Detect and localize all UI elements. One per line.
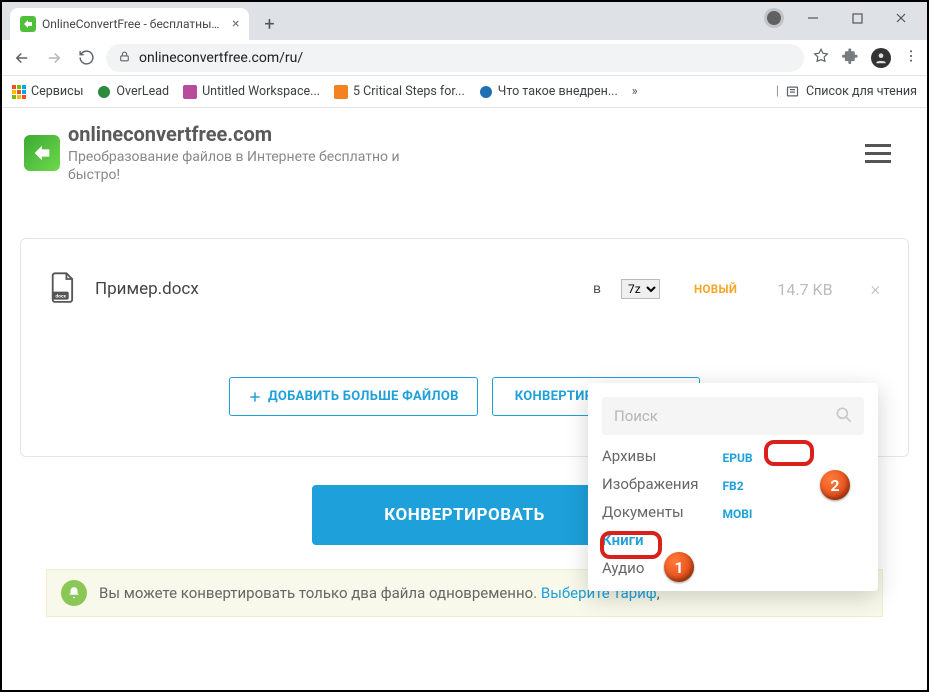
- bookmark-steps[interactable]: 5 Critical Steps for...: [334, 84, 465, 99]
- apps-grid-icon: [12, 85, 26, 99]
- bookmark-workspace[interactable]: Untitled Workspace...: [183, 84, 320, 99]
- url-text: onlineconvertfree.com/ru/: [139, 50, 303, 66]
- category-images[interactable]: Изображения: [602, 475, 698, 493]
- convert-to-label: в: [593, 281, 601, 297]
- nav-forward-button[interactable]: [42, 46, 66, 70]
- bookmarks-overflow-button[interactable]: »: [632, 84, 638, 99]
- bookmark-favicon-icon: [479, 85, 493, 99]
- nav-back-button[interactable]: [10, 46, 34, 70]
- site-menu-button[interactable]: [859, 138, 897, 169]
- window-titlebar: OnlineConvertFree - бесплатный... × +: [2, 2, 927, 40]
- extensions-icon[interactable]: [842, 47, 859, 68]
- bookmarks-bar: Сервисы OverLead Untitled Workspace... 5…: [2, 76, 927, 108]
- reading-list-button[interactable]: | Список для чтения: [776, 84, 917, 99]
- format-fb2[interactable]: FB2: [716, 477, 749, 495]
- bookmark-favicon-icon: [183, 85, 197, 99]
- bell-icon: [61, 580, 87, 606]
- file-status: НОВЫЙ: [694, 282, 737, 296]
- window-close-button[interactable]: [881, 4, 921, 32]
- category-audio[interactable]: Аудио: [602, 559, 698, 577]
- browser-toolbar: onlineconvertfree.com/ru/: [2, 40, 927, 76]
- category-archives[interactable]: Архивы: [602, 447, 698, 465]
- lock-icon: [118, 50, 131, 66]
- add-more-files-button[interactable]: ДОБАВИТЬ БОЛЬШЕ ФАЙЛОВ: [229, 377, 478, 416]
- file-size: 14.7 KB: [777, 280, 832, 299]
- address-bar[interactable]: onlineconvertfree.com/ru/: [106, 44, 804, 72]
- search-icon: [834, 405, 854, 429]
- format-epub[interactable]: EPUB: [716, 449, 758, 467]
- new-tab-button[interactable]: +: [255, 10, 283, 38]
- window-maximize-button[interactable]: [837, 4, 877, 32]
- plus-icon: [248, 390, 262, 404]
- category-documents[interactable]: Документы: [602, 503, 698, 521]
- format-select[interactable]: 7z: [621, 279, 660, 299]
- notice-text: Вы можете конвертировать только два файл…: [99, 584, 660, 602]
- browser-tab[interactable]: OnlineConvertFree - бесплатный... ×: [10, 8, 249, 40]
- file-type-icon: docx: [49, 271, 79, 307]
- profile-indicator-icon[interactable]: [767, 11, 781, 25]
- svg-text:docx: docx: [55, 294, 66, 300]
- remove-file-button[interactable]: ×: [871, 279, 880, 300]
- file-name: Пример.docx: [95, 279, 577, 299]
- site-logo-icon[interactable]: [24, 135, 60, 171]
- tab-title: OnlineConvertFree - бесплатный...: [42, 17, 222, 31]
- nav-reload-button[interactable]: [74, 46, 98, 70]
- site-favicon: [20, 16, 36, 32]
- site-title: onlineconvertfree.com: [68, 122, 408, 146]
- bookmark-favicon-icon: [334, 85, 348, 99]
- user-avatar-icon[interactable]: [871, 48, 891, 68]
- format-search-input[interactable]: [602, 397, 864, 435]
- format-dropdown: Архивы Изображения Документы Книги Аудио…: [588, 383, 878, 591]
- site-subtitle: Преобразование файлов в Интернете беспла…: [68, 148, 408, 184]
- bookmark-vnedren[interactable]: Что такое внедрен...: [479, 84, 618, 99]
- reading-list-icon: [785, 84, 800, 99]
- bookmark-favicon-icon: [97, 85, 111, 99]
- format-mobi[interactable]: MOBI: [716, 505, 758, 523]
- bookmark-overlead[interactable]: OverLead: [97, 84, 169, 99]
- convert-button[interactable]: КОНВЕРТИРОВАТЬ: [312, 485, 616, 545]
- category-books[interactable]: Книги: [602, 531, 698, 549]
- star-icon[interactable]: [812, 47, 830, 69]
- bookmark-apps[interactable]: Сервисы: [12, 84, 83, 99]
- kebab-menu-icon[interactable]: [903, 48, 919, 68]
- window-minimize-button[interactable]: [793, 4, 833, 32]
- site-header: onlineconvertfree.com Преобразование фай…: [2, 108, 927, 198]
- tab-close-icon[interactable]: ×: [232, 16, 239, 32]
